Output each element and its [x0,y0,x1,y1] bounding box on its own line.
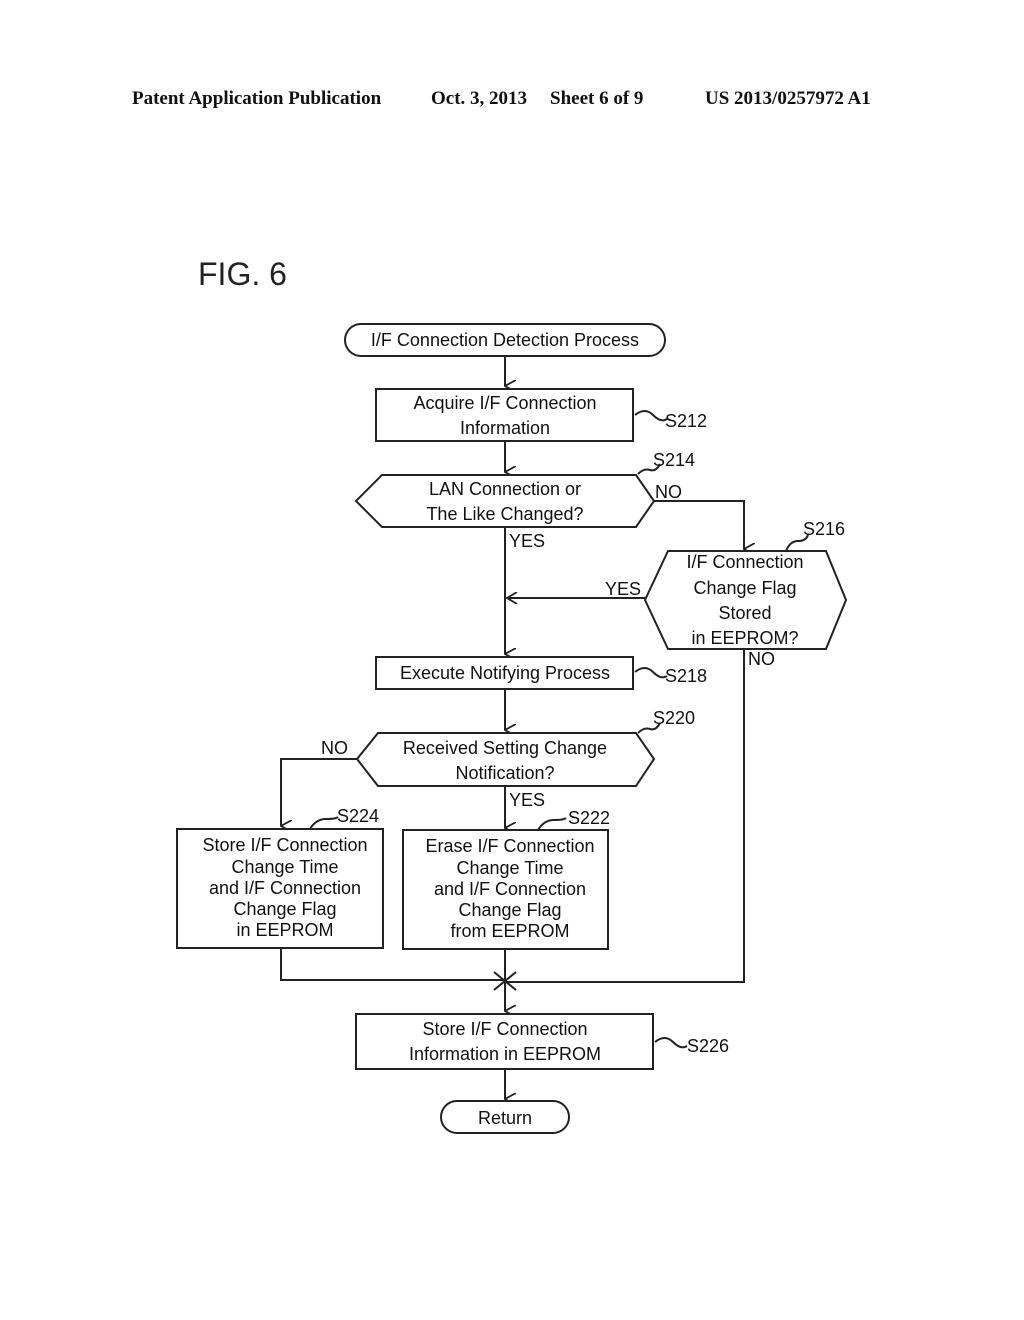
s226-line-1: Store I/F Connection [422,1019,587,1039]
process-s218: Execute Notifying Process [375,656,634,690]
step-id-s214: S214 [653,450,695,470]
flowchart: I/F Connection Detection Process Acquire… [176,323,848,1134]
s224-line-3: and I/F Connection [209,878,361,898]
process-s222: Erase I/F Connection Change Time and I/F… [402,829,609,950]
end-label: Return [478,1108,532,1128]
decision-s216: I/F Connection Change Flag Stored in EEP… [643,550,848,650]
s222-line-1: Erase I/F Connection [425,836,594,856]
s224-line-1: Store I/F Connection [202,835,367,855]
decision-s220: Received Setting Change Notification? [355,732,656,787]
process-s226: Store I/F Connection Information in EEPR… [355,1013,654,1070]
s216-line-3: Stored [718,603,771,623]
s214-line-1: LAN Connection or [429,479,581,499]
s214-line-2: The Like Changed? [426,504,583,524]
step-id-s224: S224 [337,806,379,826]
s218-line-1: Execute Notifying Process [400,663,610,683]
s222-line-5: from EEPROM [450,921,569,941]
leader-line [634,410,668,422]
connector-arrow [654,500,744,549]
step-id-s212: S212 [665,411,707,431]
s216-yes-label: YES [605,579,641,599]
process-s212: Acquire I/F Connection Information [375,388,634,442]
leader-line [634,667,668,679]
s220-yes-label: YES [509,790,545,810]
s216-line-1: I/F Connection [686,552,803,572]
s216-line-2: Change Flag [693,578,796,598]
step-id-s226: S226 [687,1036,729,1056]
start-terminator: I/F Connection Detection Process [344,323,666,357]
s216-no-label: NO [748,649,775,669]
leader-line [654,1037,688,1049]
s222-line-3: and I/F Connection [434,879,586,899]
s222-line-4: Change Flag [458,900,561,920]
end-terminator: Return [440,1100,570,1134]
process-s224: Store I/F Connection Change Time and I/F… [176,828,384,949]
s224-line-4: Change Flag [233,899,336,919]
s212-line-2: Information [460,418,550,438]
s224-line-2: Change Time [231,857,338,877]
step-id-s222: S222 [568,808,610,828]
step-id-s216: S216 [803,519,845,539]
s214-no-label: NO [655,482,682,502]
start-label: I/F Connection Detection Process [371,330,639,350]
s226-line-2: Information in EEPROM [409,1044,601,1064]
s216-line-4: in EEPROM? [691,628,798,648]
connector-line [280,948,505,981]
s214-yes-label: YES [509,531,545,551]
s212-line-1: Acquire I/F Connection [413,393,596,413]
s220-no-label: NO [321,738,348,758]
s220-line-2: Notification? [455,763,554,783]
s220-line-1: Received Setting Change [403,738,607,758]
decision-s214: LAN Connection or The Like Changed? [354,474,656,528]
leader-line [309,816,339,830]
step-id-s218: S218 [665,666,707,686]
step-id-s220: S220 [653,708,695,728]
s222-line-2: Change Time [456,858,563,878]
leader-line [537,817,567,831]
s224-line-5: in EEPROM [236,920,333,940]
